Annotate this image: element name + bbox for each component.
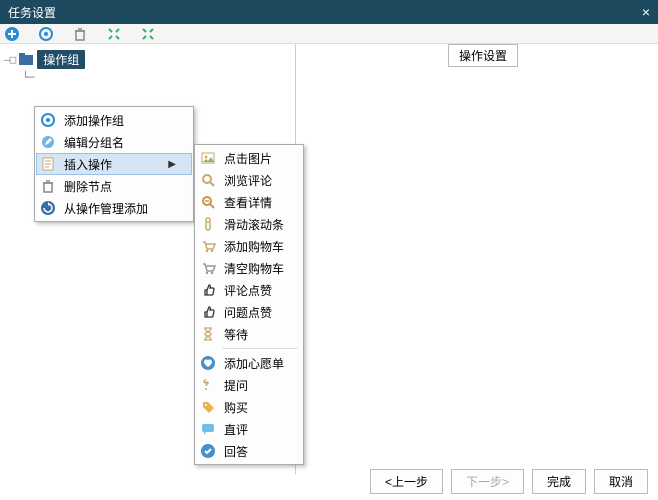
cart-add-icon — [200, 238, 216, 254]
tree-child-stub: └─ — [4, 68, 291, 86]
tree-connector: —□ — [4, 53, 15, 66]
hourglass-icon — [200, 326, 216, 342]
answer-icon — [200, 443, 216, 459]
refresh-icon — [40, 200, 56, 216]
cancel-button[interactable]: 取消 — [594, 469, 648, 494]
finish-button[interactable]: 完成 — [532, 469, 586, 494]
question-icon — [200, 377, 216, 393]
edit-icon — [40, 134, 56, 150]
menu-item[interactable]: 评论点赞 — [196, 279, 302, 301]
menu-item-label: 等待 — [224, 326, 248, 343]
tree-connector: └─ — [22, 71, 33, 84]
next-button: 下一步> — [451, 469, 524, 494]
gear-plus-icon — [40, 112, 56, 128]
menu-item-label: 插入操作 — [64, 156, 112, 173]
menu-item-label: 购买 — [224, 399, 248, 416]
menu-item-label: 从操作管理添加 — [64, 200, 148, 217]
footer: <上一步 下一步> 完成 取消 — [370, 469, 648, 494]
thumb-icon — [200, 304, 216, 320]
window-title: 任务设置 — [8, 4, 56, 21]
menu-item-label: 直评 — [224, 421, 248, 438]
menu-item[interactable]: 插入操作 ▶ — [36, 153, 192, 175]
menu-item-label: 删除节点 — [64, 178, 112, 195]
menu-item-label: 评论点赞 — [224, 282, 272, 299]
settings-panel: 操作设置 — [296, 44, 658, 474]
submenu: 点击图片浏览评论查看详情滑动滚动条添加购物车清空购物车评论点赞问题点赞等待添加心… — [194, 144, 304, 465]
tree-root-label: 操作组 — [37, 50, 85, 69]
toolbar — [0, 24, 658, 44]
gear-icon[interactable] — [38, 26, 54, 42]
menu-item[interactable]: 滑动滚动条 — [196, 213, 302, 235]
search-icon — [200, 172, 216, 188]
menu-item[interactable]: 查看详情 — [196, 191, 302, 213]
menu-item-label: 滑动滚动条 — [224, 216, 284, 233]
menu-item[interactable]: 添加心愿单 — [196, 352, 302, 374]
add-icon[interactable] — [4, 26, 20, 42]
cart-clear-icon — [200, 260, 216, 276]
menu-item[interactable]: 点击图片 — [196, 147, 302, 169]
picture-icon — [200, 150, 216, 166]
menu-item-label: 提问 — [224, 377, 248, 394]
menu-item[interactable]: 添加购物车 — [196, 235, 302, 257]
titlebar: 任务设置 × — [0, 0, 658, 24]
tree: —□ 操作组 └─ — [0, 44, 295, 92]
menu-separator — [222, 348, 298, 349]
tree-root-row[interactable]: —□ 操作组 — [4, 50, 291, 68]
menu-item[interactable]: 等待 — [196, 323, 302, 345]
menu-item[interactable]: 添加操作组 — [36, 109, 192, 131]
collapse-icon[interactable] — [140, 26, 156, 42]
menu-item-label: 浏览评论 — [224, 172, 272, 189]
context-menu: 添加操作组编辑分组名插入操作 ▶ 删除节点从操作管理添加 — [34, 106, 194, 222]
menu-item[interactable]: 浏览评论 — [196, 169, 302, 191]
trash-icon — [40, 178, 56, 194]
menu-item-label: 编辑分组名 — [64, 134, 124, 151]
chevron-right-icon: ▶ — [168, 159, 176, 170]
page-icon — [40, 156, 56, 172]
folder-icon — [19, 53, 33, 65]
menu-item[interactable]: 问题点赞 — [196, 301, 302, 323]
menu-item-label: 查看详情 — [224, 194, 272, 211]
menu-item-label: 点击图片 — [224, 150, 272, 167]
menu-item[interactable]: 提问 — [196, 374, 302, 396]
menu-item-label: 回答 — [224, 443, 248, 460]
menu-item[interactable]: 编辑分组名 — [36, 131, 192, 153]
tree-panel: —□ 操作组 └─ 添加操作组编辑分组名插入操作 ▶ 删除节点从操作管理添加 点击图… — [0, 44, 296, 474]
menu-item-label: 添加心愿单 — [224, 355, 284, 372]
zoom-icon — [200, 194, 216, 210]
trash-icon[interactable] — [72, 26, 88, 42]
menu-item[interactable]: 清空购物车 — [196, 257, 302, 279]
expand-icon[interactable] — [106, 26, 122, 42]
menu-item[interactable]: 直评 — [196, 418, 302, 440]
menu-item-label: 添加购物车 — [224, 238, 284, 255]
menu-item[interactable]: 购买 — [196, 396, 302, 418]
prev-button[interactable]: <上一步 — [370, 469, 443, 494]
tag-icon — [200, 399, 216, 415]
menu-item[interactable]: 回答 — [196, 440, 302, 462]
content-area: —□ 操作组 └─ 添加操作组编辑分组名插入操作 ▶ 删除节点从操作管理添加 点击图… — [0, 44, 658, 474]
thumb-icon — [200, 282, 216, 298]
menu-item[interactable]: 从操作管理添加 — [36, 197, 192, 219]
menu-item-label: 问题点赞 — [224, 304, 272, 321]
menu-item[interactable]: 删除节点 — [36, 175, 192, 197]
menu-item-label: 清空购物车 — [224, 260, 284, 277]
close-icon[interactable]: × — [642, 4, 650, 20]
panel-label: 操作设置 — [448, 44, 518, 67]
menu-item-label: 添加操作组 — [64, 112, 124, 129]
heart-icon — [200, 355, 216, 371]
comment-icon — [200, 421, 216, 437]
scroll-icon — [200, 216, 216, 232]
